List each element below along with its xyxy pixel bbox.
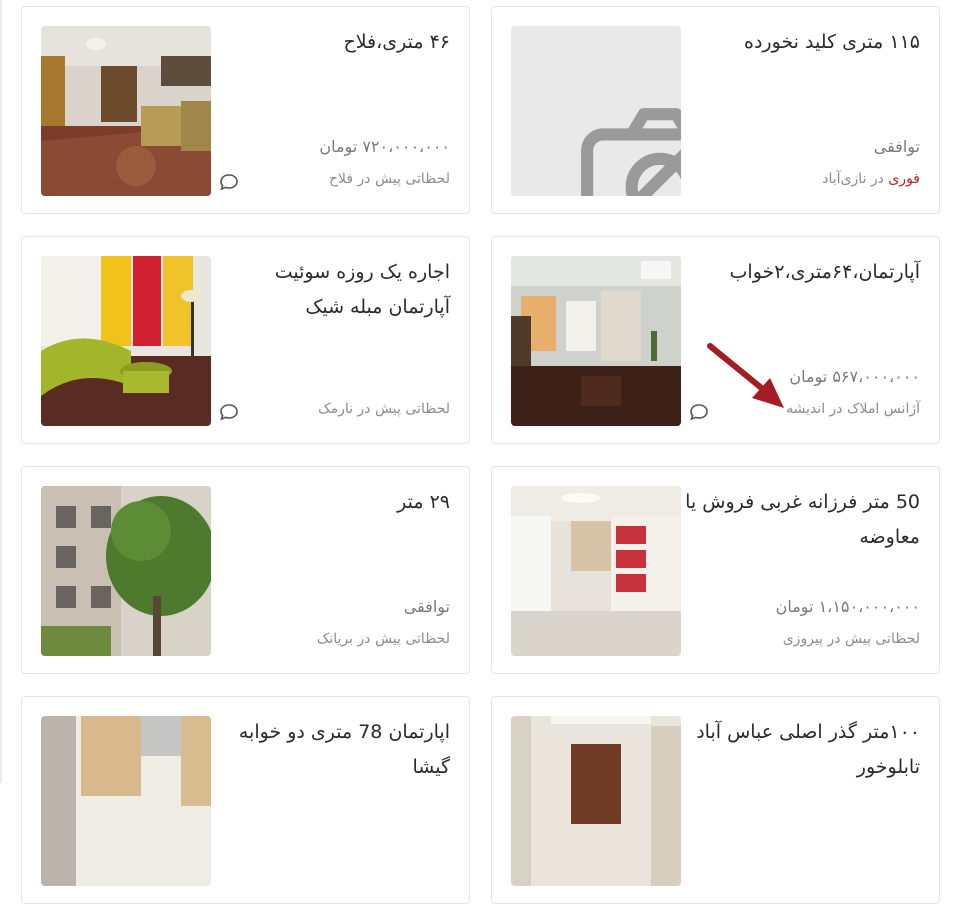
listing-thumbnail-placeholder (511, 26, 681, 196)
listing-title[interactable]: اجاره یک روزه سوئیت آپارتمان مبله شیک (210, 255, 450, 325)
listing-location: در نازی‌آباد (822, 171, 889, 187)
listing-title[interactable]: ۴۶ متری،فلاح (210, 25, 450, 60)
chat-bubble-icon[interactable] (689, 403, 709, 421)
listing-thumbnail (41, 716, 211, 886)
listing-card[interactable]: ۴۶ متری،فلاح ۷۲۰،۰۰۰،۰۰۰ تومان لحظاتی پی… (21, 6, 470, 214)
listing-title[interactable]: آپارتمان،۶۴متری،۲خواب (680, 255, 920, 290)
listing-meta: لحظاتی پیش در بریانک (316, 631, 450, 647)
chat-bubble-icon[interactable] (219, 173, 239, 191)
room-photo (511, 716, 681, 886)
listing-card[interactable]: ۲۹ متر توافقی لحظاتی پیش در بریانک (21, 466, 470, 674)
listing-thumbnail (41, 256, 211, 426)
listing-thumbnail (511, 716, 681, 886)
listing-title[interactable]: اپارتمان 78 متری دو خوابه گیشا (210, 715, 450, 785)
listing-title[interactable]: ۱۰۰متر گذر اصلی عباس آباد تابلوخور (680, 715, 920, 785)
listing-thumbnail (41, 26, 211, 196)
urgent-badge: فوری (888, 171, 920, 187)
apartment-interior-photo (511, 256, 681, 426)
listing-meta: لحظاتی پیش در پیروزی (782, 631, 920, 647)
suite-photo (41, 256, 211, 426)
listing-price: ۷۲۰،۰۰۰،۰۰۰ تومان (319, 137, 450, 156)
listing-thumbnail (41, 486, 211, 656)
listing-card[interactable]: ۱۰۰متر گذر اصلی عباس آباد تابلوخور (491, 696, 940, 904)
listing-price: توافقی (403, 597, 450, 616)
listing-card[interactable]: اپارتمان 78 متری دو خوابه گیشا (21, 696, 470, 904)
listing-card[interactable]: اجاره یک روزه سوئیت آپارتمان مبله شیک لح… (21, 236, 470, 444)
listing-meta: فوری در نازی‌آباد (660, 171, 920, 187)
listing-card[interactable]: آپارتمان،۶۴متری،۲خواب ۵۶۷،۰۰۰،۰۰۰ تومان … (491, 236, 940, 444)
listing-card[interactable]: ۱۱۵ متری کلید نخورده توافقی فوری در نازی… (491, 6, 940, 214)
listing-price: توافقی (873, 137, 920, 156)
listing-price: ۱،۱۵۰،۰۰۰،۰۰۰ تومان (775, 597, 920, 616)
listing-thumbnail (511, 256, 681, 426)
kitchen-photo (511, 486, 681, 656)
listing-card[interactable]: 50 متر فرزانه غربی فروش یا معاوضه ۱،۱۵۰،… (491, 466, 940, 674)
chat-bubble-icon[interactable] (219, 403, 239, 421)
listing-thumbnail (511, 486, 681, 656)
page-left-divider (0, 0, 2, 783)
kitchen-cabinets-photo (41, 716, 211, 886)
building-exterior-photo (41, 486, 211, 656)
living-room-photo (41, 26, 211, 196)
listing-title[interactable]: 50 متر فرزانه غربی فروش یا معاوضه (680, 485, 920, 555)
listing-price: ۵۶۷،۰۰۰،۰۰۰ تومان (789, 367, 920, 386)
listing-title[interactable]: ۲۹ متر (210, 485, 450, 520)
listing-title[interactable]: ۱۱۵ متری کلید نخورده (680, 25, 920, 60)
